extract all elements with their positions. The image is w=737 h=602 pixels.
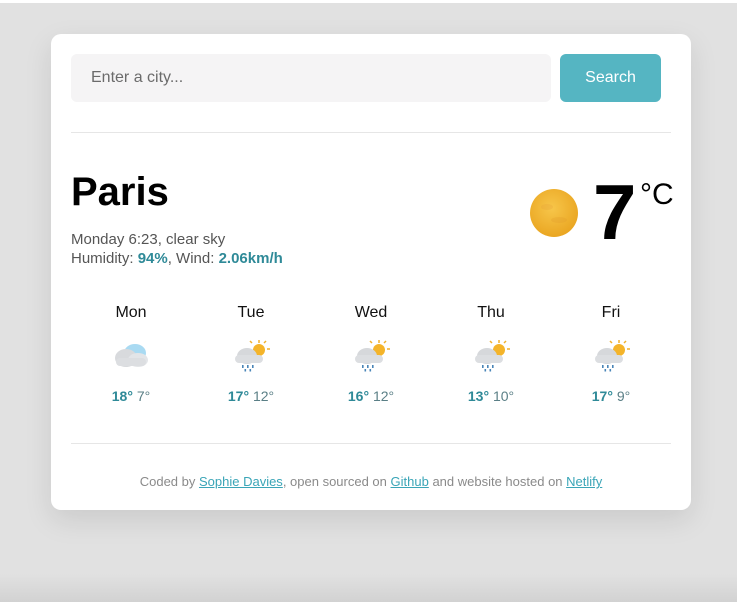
search-input[interactable] [71,54,551,102]
forecast-temps: 18° 7° [71,388,191,404]
forecast-temps: 16° 12° [311,388,431,404]
github-link[interactable]: Github [391,474,429,489]
weather-details: Monday 6:23, clear sky Humidity: 94%, Wi… [71,230,283,268]
forecast-min: 10° [492,388,515,404]
forecast-max: 17° [227,388,250,404]
sun-cloud-rain-icon [355,340,390,372]
humidity-label: Humidity: [71,250,138,267]
forecast-day-name: Mon [115,304,147,321]
wind-label: , Wind: [167,250,219,267]
temperature-unit: °C [640,178,674,211]
forecast-max: 16° [347,388,370,404]
forecast-min: 7° [136,388,151,404]
forecast-max: 13° [467,388,490,404]
top-strip [0,0,737,3]
weather-card: Search Paris Monday 6:23, clear sky Humi… [51,34,691,510]
forecast-day: Tue 17° 12° [191,304,311,414]
sun-cloud-rain-icon [595,340,630,372]
forecast-max: 17° [591,388,613,404]
forecast-day: Mon 18° 7° [71,304,191,414]
wind-value: 2.06km/h [218,250,283,267]
search-form: Search [71,54,661,102]
footer: Coded by Sophie Davies, open sourced on … [51,474,691,489]
forecast-temps: 13° 10° [431,388,551,404]
bottom-shade [0,574,737,602]
humidity-wind-line: Humidity: 94%, Wind: 2.06km/h [71,249,283,268]
forecast-day: Fri 17° 9° [551,304,671,414]
forecast-min: 9° [616,388,631,404]
divider [71,443,671,444]
divider [71,132,671,133]
forecast-min: 12° [252,388,275,404]
footer-mid: , open sourced on [282,474,391,489]
sun-cloud-rain-icon [475,340,510,372]
forecast-max: 18° [111,388,133,404]
forecast-temps: 17° 12° [191,388,311,404]
forecast-day: Thu 13° 10° [431,304,551,414]
forecast-day-name: Tue [237,304,265,321]
sun-cloud-rain-icon [235,340,270,372]
forecast-day-name: Fri [601,304,621,321]
forecast-min: 12° [372,388,395,404]
city-name: Paris [71,170,169,214]
date-description: Monday 6:23, clear sky [71,231,226,248]
forecast-day-name: Thu [477,304,505,321]
forecast-row: Mon 18° 7° Tue 17° 12° Wed 16° 12° Thu 1… [71,304,671,414]
forecast-temps: 17° 9° [551,388,671,404]
search-button[interactable]: Search [560,54,661,102]
forecast-day-name: Wed [354,304,388,321]
temperature-value: 7 [593,168,637,256]
footer-prefix: Coded by [139,474,199,489]
forecast-day: Wed 16° 12° [311,304,431,414]
footer-mid2: and website hosted on [428,474,567,489]
author-link[interactable]: Sophie Davies [199,474,283,489]
cloudy-icon [115,344,148,367]
clear-sky-sun-icon [530,189,578,237]
humidity-value: 94% [137,250,168,267]
netlify-link[interactable]: Netlify [566,474,602,489]
